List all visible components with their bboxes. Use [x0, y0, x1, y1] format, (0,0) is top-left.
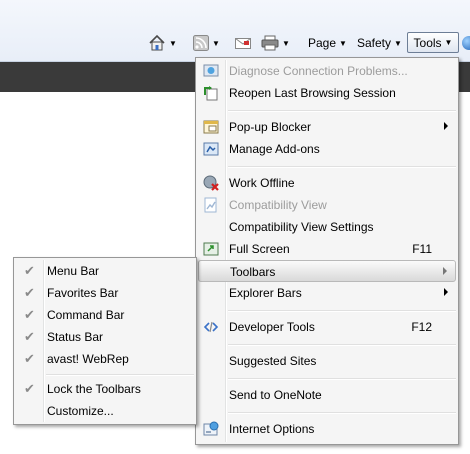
menu-item-label: Customize...: [47, 404, 114, 418]
menu-item-shortcut: F12: [411, 320, 432, 334]
menu-item-send-to-onenote[interactable]: Send to OneNote: [198, 384, 456, 406]
help-icon[interactable]: [462, 36, 470, 50]
print-dropdown-icon[interactable]: ▼: [282, 39, 290, 48]
menu-item-toolbars[interactable]: Toolbars: [198, 260, 456, 282]
menu-separator: [228, 110, 456, 112]
menu-separator: [228, 344, 456, 346]
submenu-item-command-bar[interactable]: ✔ Command Bar: [16, 304, 194, 326]
mail-icon: [235, 38, 251, 49]
safety-menu-button[interactable]: Safety ▼: [357, 32, 402, 54]
chevron-down-icon: ▼: [444, 38, 453, 47]
tools-menu-button[interactable]: Tools ▼: [407, 32, 459, 53]
toolbars-submenu: ✔ Menu Bar ✔ Favorites Bar ✔ Command Bar…: [13, 257, 197, 425]
checkmark-icon: ✔: [24, 329, 35, 344]
chevron-down-icon: ▼: [394, 38, 402, 48]
menu-item-suggested-sites[interactable]: Suggested Sites: [198, 350, 456, 372]
menu-item-shortcut: F11: [412, 242, 432, 256]
submenu-item-avast-webrep[interactable]: ✔ avast! WebRep: [16, 348, 194, 370]
menu-separator: [46, 374, 194, 376]
read-mail-button[interactable]: [235, 32, 251, 54]
home-dropdown-icon[interactable]: ▼: [169, 39, 177, 48]
menu-item-popup-blocker[interactable]: Pop-up Blocker: [198, 116, 456, 138]
submenu-item-menu-bar[interactable]: ✔ Menu Bar: [16, 260, 194, 282]
menu-item-label: Compatibility View Settings: [229, 220, 374, 234]
menu-item-label: Send to OneNote: [229, 388, 322, 402]
popup-blocker-icon: [203, 120, 219, 134]
menu-item-label: Compatibility View: [229, 198, 327, 212]
checkmark-icon: ✔: [24, 351, 35, 366]
menu-item-label: Reopen Last Browsing Session: [229, 86, 396, 100]
home-button[interactable]: ▼: [148, 32, 177, 54]
print-button[interactable]: ▼: [261, 32, 290, 54]
feeds-button[interactable]: ▼: [193, 32, 220, 54]
feeds-dropdown-icon[interactable]: ▼: [212, 39, 220, 48]
menu-item-work-offline[interactable]: Work Offline: [198, 172, 456, 194]
print-icon: [261, 35, 279, 51]
reopen-session-icon: [204, 86, 218, 101]
submenu-item-status-bar[interactable]: ✔ Status Bar: [16, 326, 194, 348]
checkmark-icon: ✔: [24, 307, 35, 322]
menu-separator: [228, 412, 456, 414]
menu-item-label: avast! WebRep: [47, 352, 129, 366]
compatibility-view-icon: [204, 197, 217, 213]
menu-item-label: Work Offline: [229, 176, 295, 190]
menu-item-internet-options[interactable]: Internet Options: [198, 418, 456, 440]
full-screen-icon: [203, 242, 219, 256]
menu-item-label: Full Screen: [229, 242, 290, 256]
page-menu-label: Page: [308, 36, 337, 50]
submenu-arrow-icon: [443, 267, 447, 275]
menu-item-full-screen[interactable]: Full Screen F11: [198, 238, 456, 260]
menu-item-label: Explorer Bars: [229, 286, 302, 300]
checkmark-icon: ✔: [24, 263, 35, 278]
manage-addons-icon: [203, 142, 219, 156]
menu-item-label: Suggested Sites: [229, 354, 317, 368]
checkmark-icon: ✔: [24, 285, 35, 300]
menu-item-diagnose-connection[interactable]: Diagnose Connection Problems...: [198, 60, 456, 82]
menu-item-developer-tools[interactable]: Developer Tools F12: [198, 316, 456, 338]
chevron-down-icon: ▼: [339, 38, 347, 48]
developer-tools-icon: [203, 321, 219, 333]
menu-item-label: Menu Bar: [47, 264, 100, 278]
page-menu-button[interactable]: Page ▼: [308, 32, 347, 54]
menu-item-manage-addons[interactable]: Manage Add-ons: [198, 138, 456, 160]
menu-item-reopen-session[interactable]: Reopen Last Browsing Session: [198, 82, 456, 104]
menu-item-label: Pop-up Blocker: [229, 120, 312, 134]
menu-item-label: Toolbars: [230, 265, 276, 279]
menu-separator: [228, 166, 456, 168]
submenu-item-favorites-bar[interactable]: ✔ Favorites Bar: [16, 282, 194, 304]
diagnose-connection-icon: [203, 64, 219, 77]
menu-item-label: Manage Add-ons: [229, 142, 320, 156]
menu-item-label: Diagnose Connection Problems...: [229, 64, 408, 78]
submenu-item-lock-toolbars[interactable]: ✔ Lock the Toolbars: [16, 378, 194, 400]
menu-separator: [228, 310, 456, 312]
home-icon: [149, 34, 165, 51]
tools-menu: Diagnose Connection Problems... Reopen L…: [195, 57, 459, 445]
submenu-arrow-icon: [444, 288, 448, 296]
submenu-arrow-icon: [444, 122, 448, 130]
menu-separator: [228, 378, 456, 380]
work-offline-icon: [203, 175, 219, 191]
menu-item-label: Internet Options: [229, 422, 315, 436]
submenu-item-customize[interactable]: Customize...: [16, 400, 194, 422]
menu-item-explorer-bars[interactable]: Explorer Bars: [198, 282, 456, 304]
tools-menu-label: Tools: [413, 35, 442, 50]
menu-item-label: Lock the Toolbars: [47, 382, 141, 396]
internet-options-icon: [203, 421, 219, 436]
menu-item-label: Developer Tools: [229, 320, 315, 334]
menu-item-label: Status Bar: [47, 330, 104, 344]
checkmark-icon: ✔: [24, 381, 35, 396]
feeds-icon: [193, 35, 209, 51]
command-bar: ▼ ▼ ▼ Page ▼ Safety ▼ Tools ▼: [0, 0, 470, 62]
menu-item-label: Favorites Bar: [47, 286, 119, 300]
menu-item-compatibility-view-settings[interactable]: Compatibility View Settings: [198, 216, 456, 238]
menu-item-compatibility-view[interactable]: Compatibility View: [198, 194, 456, 216]
menu-item-label: Command Bar: [47, 308, 125, 322]
safety-menu-label: Safety: [357, 36, 392, 50]
